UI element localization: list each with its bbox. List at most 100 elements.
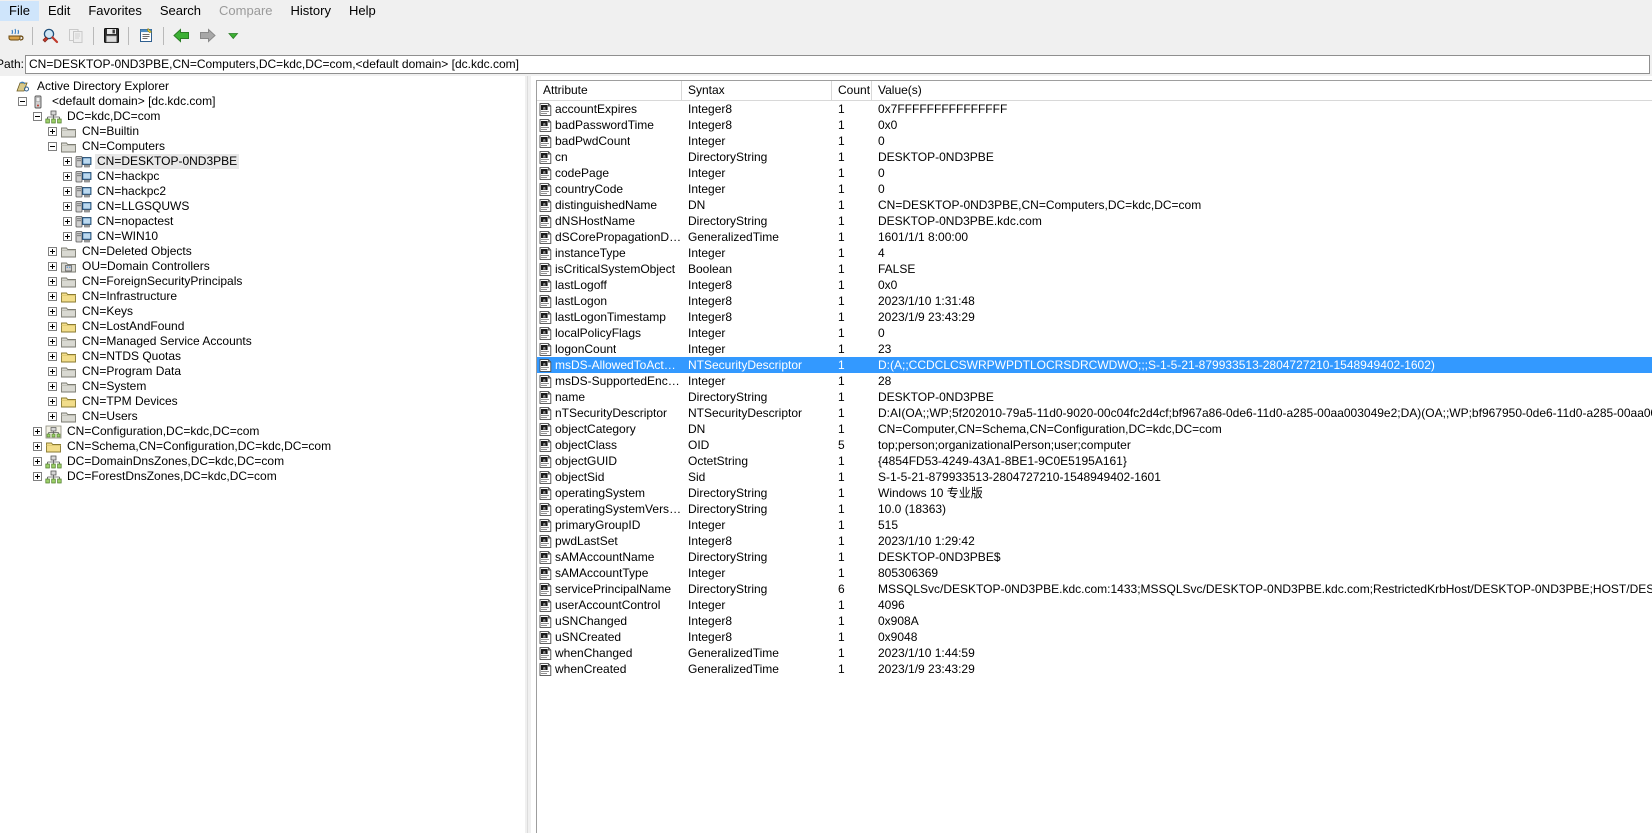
attribute-row[interactable]: a localPolicyFlags Integer 1 0 — [537, 325, 1652, 341]
attribute-row[interactable]: a dNSHostName DirectoryString 1 DESKTOP-0ND3… — [537, 213, 1652, 229]
expand-node-icon[interactable] — [48, 127, 57, 136]
expand-node-icon[interactable] — [48, 337, 57, 346]
attribute-row[interactable]: a sAMAccountName DirectoryString 1 DESKTOP-0… — [537, 549, 1652, 565]
search-icon[interactable] — [37, 24, 63, 48]
tree-node[interactable]: CN=Keys — [0, 304, 524, 319]
tree-node[interactable]: CN=Program Data — [0, 364, 524, 379]
menu-item-favorites[interactable]: Favorites — [79, 1, 150, 21]
tree-node[interactable]: CN=NTDS Quotas — [0, 349, 524, 364]
history-dropdown-icon[interactable] — [220, 24, 246, 48]
tree-node[interactable]: CN=hackpc — [0, 169, 524, 184]
attribute-row[interactable]: a objectSid Sid 1 S-1-5-21-879933513-2804727… — [537, 469, 1652, 485]
expand-node-icon[interactable] — [48, 367, 57, 376]
expand-node-icon[interactable] — [33, 427, 42, 436]
attribute-row[interactable]: a isCriticalSystemObject Boolean 1 FALSE — [537, 261, 1652, 277]
attribute-row[interactable]: a whenChanged GeneralizedTime 1 2023/1/10 1:… — [537, 645, 1652, 661]
attribute-row[interactable]: a dSCorePropagationData GeneralizedTime 1 16… — [537, 229, 1652, 245]
attribute-row[interactable]: a distinguishedName DN 1 CN=DESKTOP-0ND3PBE,… — [537, 197, 1652, 213]
attribute-row[interactable]: a servicePrincipalName DirectoryString 6 MSS… — [537, 581, 1652, 597]
expand-node-icon[interactable] — [48, 277, 57, 286]
expand-node-icon[interactable] — [63, 202, 72, 211]
tree-node[interactable]: CN=LLGSQUWS — [0, 199, 524, 214]
menu-item-history[interactable]: History — [282, 1, 340, 21]
tree-node[interactable]: OU=Domain Controllers — [0, 259, 524, 274]
expand-node-icon[interactable] — [63, 217, 72, 226]
attribute-row[interactable]: a msDS-AllowedToActOn... NTSecurityDescrip… — [537, 357, 1652, 373]
column-header-attribute[interactable]: Attribute — [537, 81, 682, 100]
attribute-row[interactable]: a cn DirectoryString 1 DESKTOP-0ND3PBE — [537, 149, 1652, 165]
expand-node-icon[interactable] — [63, 172, 72, 181]
tree-node[interactable]: CN=Schema,CN=Configuration,DC=kdc,DC=com — [0, 439, 524, 454]
tree-node[interactable]: CN=TPM Devices — [0, 394, 524, 409]
tree-node[interactable]: CN=Builtin — [0, 124, 524, 139]
connect-icon[interactable] — [2, 24, 28, 48]
column-header-count[interactable]: Count — [832, 81, 872, 100]
properties-icon[interactable] — [133, 24, 159, 48]
tree-node[interactable]: DC=DomainDnsZones,DC=kdc,DC=com — [0, 454, 524, 469]
tree-node[interactable]: CN=System — [0, 379, 524, 394]
expand-node-icon[interactable] — [63, 157, 72, 166]
tree-node[interactable]: CN=Managed Service Accounts — [0, 334, 524, 349]
menu-item-file[interactable]: File — [0, 0, 39, 21]
tree-node[interactable]: DC=ForestDnsZones,DC=kdc,DC=com — [0, 469, 524, 484]
expand-node-icon[interactable] — [33, 442, 42, 451]
expand-node-icon[interactable] — [48, 397, 57, 406]
back-arrow-icon[interactable] — [168, 24, 194, 48]
tree-node[interactable]: CN=Deleted Objects — [0, 244, 524, 259]
attribute-row[interactable]: a countryCode Integer 1 0 — [537, 181, 1652, 197]
attribute-row[interactable]: a pwdLastSet Integer8 1 2023/1/10 1:29:42 — [537, 533, 1652, 549]
attribute-row[interactable]: a uSNChanged Integer8 1 0x908A — [537, 613, 1652, 629]
collapse-node-icon[interactable] — [18, 97, 27, 106]
menu-item-search[interactable]: Search — [151, 1, 210, 21]
attribute-list-pane[interactable]: Attribute Syntax Count Value(s) a account… — [531, 76, 1652, 833]
tree-node[interactable]: CN=WIN10 — [0, 229, 524, 244]
tree-node[interactable]: CN=LostAndFound — [0, 319, 524, 334]
collapse-node-icon[interactable] — [48, 142, 57, 151]
menu-item-help[interactable]: Help — [340, 1, 385, 21]
attribute-row[interactable]: a objectClass OID 5 top;person;organizationa… — [537, 437, 1652, 453]
expand-node-icon[interactable] — [33, 472, 42, 481]
attribute-row[interactable]: a badPwdCount Integer 1 0 — [537, 133, 1652, 149]
expand-node-icon[interactable] — [33, 457, 42, 466]
attribute-row[interactable]: a operatingSystemVersion DirectoryString 1 1… — [537, 501, 1652, 517]
expand-node-icon[interactable] — [48, 352, 57, 361]
expand-node-icon[interactable] — [48, 382, 57, 391]
attribute-row[interactable]: a name DirectoryString 1 DESKTOP-0ND3PBE — [537, 389, 1652, 405]
tree-node[interactable]: CN=Infrastructure — [0, 289, 524, 304]
attribute-row[interactable]: a instanceType Integer 1 4 — [537, 245, 1652, 261]
attribute-row[interactable]: a sAMAccountType Integer 1 805306369 — [537, 565, 1652, 581]
expand-node-icon[interactable] — [63, 232, 72, 241]
column-header-values[interactable]: Value(s) — [872, 81, 1652, 100]
attribute-row[interactable]: a logonCount Integer 1 23 — [537, 341, 1652, 357]
attribute-row[interactable]: a msDS-SupportedEncryp... Integer 1 28 — [537, 373, 1652, 389]
expand-node-icon[interactable] — [48, 292, 57, 301]
expand-node-icon[interactable] — [48, 247, 57, 256]
attribute-row[interactable]: a accountExpires Integer8 1 0x7FFFFFFFFFFFFF… — [537, 101, 1652, 117]
attribute-row[interactable]: a objectGUID OctetString 1 {4854FD53-4249-43… — [537, 453, 1652, 469]
attribute-row[interactable]: a primaryGroupID Integer 1 515 — [537, 517, 1652, 533]
tree-node[interactable]: CN=Configuration,DC=kdc,DC=com — [0, 424, 524, 439]
save-snapshot-icon[interactable] — [98, 24, 124, 48]
tree-node[interactable]: CN=Users — [0, 409, 524, 424]
attribute-row[interactable]: a badPasswordTime Integer8 1 0x0 — [537, 117, 1652, 133]
collapse-node-icon[interactable] — [33, 112, 42, 121]
tree-node[interactable]: DC=kdc,DC=com — [0, 109, 524, 124]
path-input[interactable] — [25, 54, 1650, 74]
expand-node-icon[interactable] — [63, 187, 72, 196]
attribute-row[interactable]: a codePage Integer 1 0 — [537, 165, 1652, 181]
tree-node[interactable]: CN=DESKTOP-0ND3PBE — [0, 154, 524, 169]
tree-node[interactable]: CN=ForeignSecurityPrincipals — [0, 274, 524, 289]
tree-node[interactable]: CN=nopactest — [0, 214, 524, 229]
tree-node[interactable]: <default domain> [dc.kdc.com] — [0, 94, 524, 109]
expand-node-icon[interactable] — [48, 262, 57, 271]
menu-item-edit[interactable]: Edit — [39, 1, 79, 21]
expand-node-icon[interactable] — [48, 322, 57, 331]
attribute-row[interactable]: a lastLogonTimestamp Integer8 1 2023/1/9 23:… — [537, 309, 1652, 325]
tree-node[interactable]: Active Directory Explorer — [0, 79, 524, 94]
tree-node[interactable]: CN=hackpc2 — [0, 184, 524, 199]
tree-node[interactable]: CN=Computers — [0, 139, 524, 154]
attribute-row[interactable]: a objectCategory DN 1 CN=Computer,CN=Schema,… — [537, 421, 1652, 437]
expand-node-icon[interactable] — [48, 307, 57, 316]
attribute-row[interactable]: a userAccountControl Integer 1 4096 — [537, 597, 1652, 613]
expand-node-icon[interactable] — [48, 412, 57, 421]
